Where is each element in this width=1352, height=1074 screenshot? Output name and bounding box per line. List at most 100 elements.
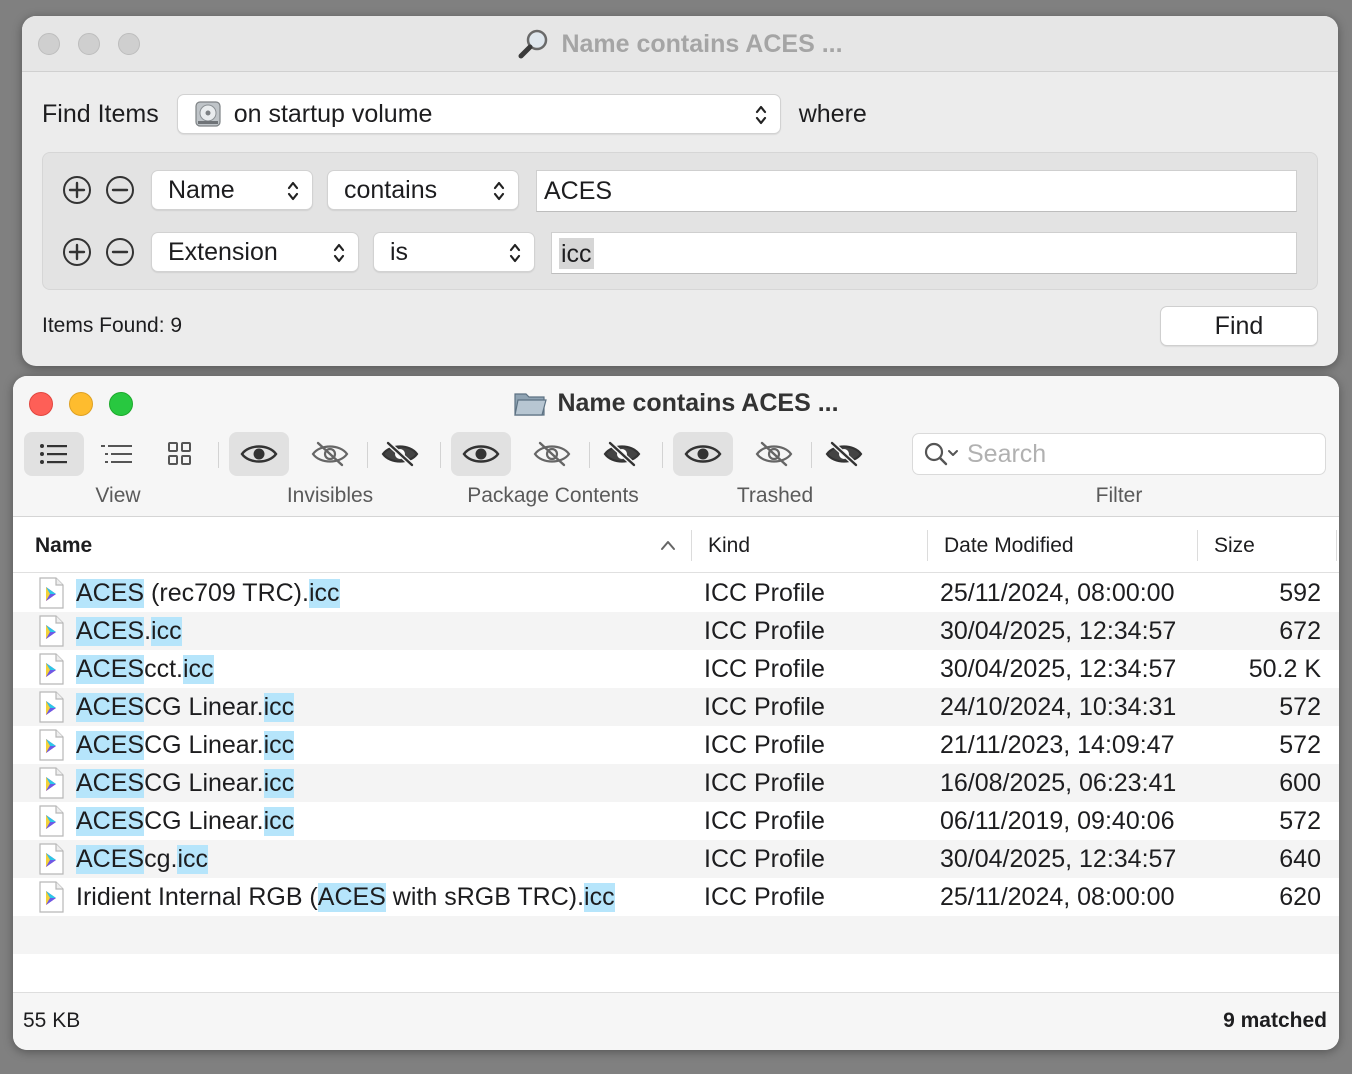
match-highlight: icc [183,654,214,684]
results-window-title-text: Name contains ACES ... [557,388,839,417]
trashed-hide-button[interactable] [744,432,804,476]
outline-list-icon [101,445,132,463]
file-name: ACES CG Linear. icc [76,802,295,840]
match-highlight: ACES [76,768,145,798]
package-contents-hide-button[interactable] [522,432,582,476]
table-row[interactable]: ACES. icc ICC Profile 30/04/2025, 12:34:57 6… [13,612,1339,650]
attribute-popup[interactable]: Name [151,170,313,210]
attribute-value: Extension [168,237,278,266]
table-row[interactable]: ACES cg. icc ICC Profile 30/04/2025, 12:34:5… [13,840,1339,878]
invisibles-only-button[interactable] [370,432,430,476]
search-placeholder: Search [967,439,1047,468]
status-bar: 55 KB 9 matched [13,992,1339,1050]
remove-criterion-icon[interactable] [105,237,135,267]
name-segment: Iridient Internal RGB ( [76,882,318,911]
find-window-title-text: Name contains ACES ... [561,29,843,58]
search-icon [924,442,958,466]
invisibles-hide-button[interactable] [300,432,360,476]
eye-icon [239,440,279,468]
chevron-updown-icon [332,241,346,265]
find-window-title: Name contains ACES ... [22,16,1338,72]
criteria-row-1: Name contains ACES [43,168,1317,212]
table-row[interactable]: ACES CG Linear. icc ICC Profile 24/10/2024, … [13,688,1339,726]
file-kind: ICC Profile [704,730,825,759]
file-name: ACES CG Linear. icc [76,726,295,764]
criterion-value-field[interactable]: ACES [536,170,1297,212]
file-size: 572 [1279,730,1321,759]
find-button[interactable]: Find [1160,306,1318,346]
name-segment: cct. [144,654,183,683]
eye-icon [683,440,723,468]
file-name: ACES (rec709 TRC). icc [76,574,340,612]
column-size[interactable]: Size [1214,518,1255,573]
file-date-modified: 16/08/2025, 06:23:41 [940,768,1177,797]
remove-criterion-icon[interactable] [105,175,135,205]
file-size: 640 [1279,844,1321,873]
file-date-modified: 25/11/2024, 08:00:00 [940,578,1175,607]
icc-file-icon [37,729,65,761]
column-divider[interactable] [927,530,928,561]
package-contents-show-button[interactable] [451,432,511,476]
file-size: 50.2 K [1248,654,1321,683]
file-kind: ICC Profile [704,806,825,835]
match-highlight: icc [584,882,615,912]
add-criterion-icon[interactable] [62,237,92,267]
icc-file-icon [37,805,65,837]
search-field[interactable]: Search [912,433,1326,475]
table-row[interactable]: ACES CG Linear. icc ICC Profile 16/08/2025, … [13,764,1339,802]
table-row[interactable]: ACES (rec709 TRC). icc ICC Profile 25/11/20… [13,574,1339,612]
column-divider[interactable] [691,530,692,561]
trashed-show-button[interactable] [673,432,733,476]
icc-file-icon [37,653,65,685]
outline-view-button[interactable] [87,432,147,476]
table-row[interactable]: ACES CG Linear. icc ICC Profile 21/11/2023, … [13,726,1339,764]
table-row[interactable]: ACES cct. icc ICC Profile 30/04/2025, 12:34:… [13,650,1339,688]
scope-row: Find Items on startup volume where [42,92,1318,136]
find-items-label: Find Items [42,99,159,128]
column-kind[interactable]: Kind [708,518,750,573]
name-segment: CG Linear. [144,730,264,759]
operator-popup[interactable]: contains [327,170,519,210]
table-row[interactable]: Iridient Internal RGB (ACES with sRGB TR… [13,878,1339,916]
column-divider[interactable] [1336,530,1337,561]
column-header: Name Kind Date Modified Size [13,518,1339,573]
invisibles-show-button[interactable] [229,432,289,476]
toolbar-divider [367,442,368,468]
attribute-value: Name [168,175,235,204]
trashed-only-button[interactable] [814,432,874,476]
disk-icon [195,101,221,127]
criteria-box: Name contains ACES Extension is icc [42,152,1318,290]
list-view-button[interactable] [24,432,84,476]
scope-popup[interactable]: on startup volume [176,94,781,134]
table-row[interactable]: ACES CG Linear. icc ICC Profile 06/11/2019, … [13,802,1339,840]
column-date-modified[interactable]: Date Modified [944,518,1074,573]
criteria-row-2: Extension is icc [43,230,1317,274]
empty-row [13,916,1339,954]
list-icon [40,444,67,464]
where-label: where [798,99,867,128]
chevron-updown-icon [492,179,506,203]
grid-view-button[interactable] [150,432,210,476]
match-highlight: icc [177,844,209,874]
match-highlight: ACES [76,844,145,874]
file-name: Iridient Internal RGB (ACES with sRGB TR… [76,878,615,916]
add-criterion-icon[interactable] [62,175,92,205]
file-date-modified: 24/10/2024, 10:34:31 [940,692,1177,721]
column-name[interactable]: Name [35,518,92,573]
package-contents-only-button[interactable] [592,432,652,476]
toolbar-divider [440,442,441,468]
file-date-modified: 30/04/2025, 12:34:57 [940,844,1177,873]
match-highlight: icc [263,692,295,722]
results-window-title: Name contains ACES ... [13,376,1339,430]
column-divider[interactable] [1197,530,1198,561]
match-highlight: ACES [76,692,145,722]
match-highlight: icc [308,578,340,608]
criterion-value-field[interactable]: icc [551,232,1297,274]
scope-value: on startup volume [233,99,433,128]
icc-file-icon [37,577,65,609]
operator-popup[interactable]: is [373,232,535,272]
attribute-popup[interactable]: Extension [151,232,359,272]
file-date-modified: 21/11/2023, 14:09:47 [940,730,1175,759]
match-highlight: icc [151,616,182,646]
chevron-updown-icon [508,241,522,265]
